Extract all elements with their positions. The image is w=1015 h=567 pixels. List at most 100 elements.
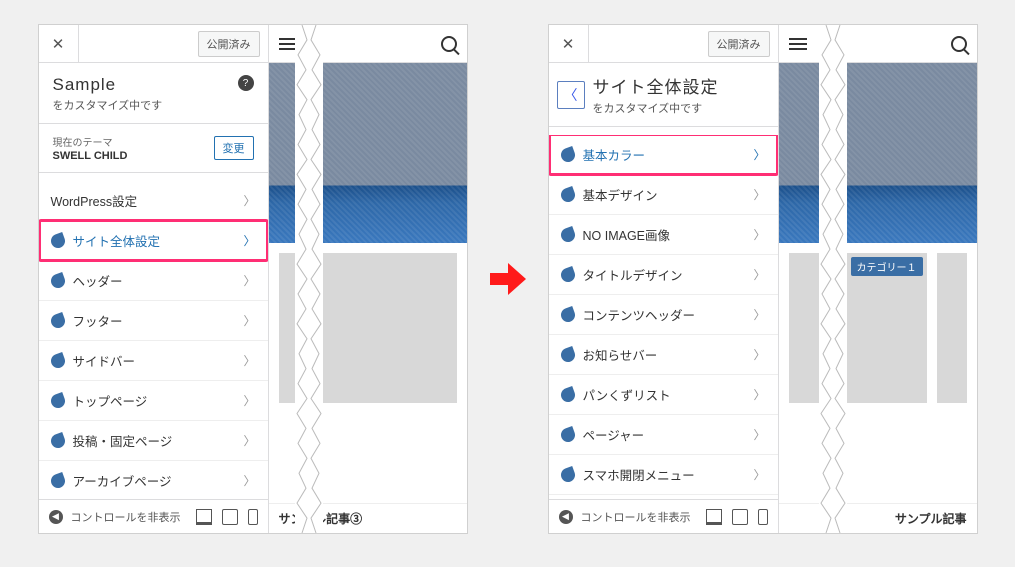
menu-item-3[interactable]: タイトルデザイン〉 [549, 254, 778, 295]
device-toggles [706, 509, 768, 525]
chevron-right-icon: 〉 [243, 432, 255, 449]
customizer-sidebar: ✕ 公開済み 〈 サイト全体設定 をカスタマイズ中です 基本カラー〉基本デザイン… [549, 25, 779, 533]
menu-item-0[interactable]: 基本カラー〉 [549, 135, 778, 175]
menu-item-label: 基本デザイン [583, 185, 754, 204]
collapse-icon[interactable]: ◀ [49, 510, 63, 524]
chevron-right-icon: 〉 [243, 312, 255, 329]
collapse-label: コントロールを非表示 [71, 509, 181, 525]
help-icon[interactable]: ? [238, 75, 254, 91]
menu-item-label: サイト全体設定 [73, 231, 244, 250]
customizer-sidebar: ✕ 公開済み Sample をカスタマイズ中です ? 現在のテーマ SWELL … [39, 25, 269, 533]
swell-icon [559, 186, 577, 204]
swell-icon [559, 146, 577, 164]
menu-item-4[interactable]: コンテンツヘッダー〉 [549, 294, 778, 335]
collapse-label: コントロールを非表示 [581, 509, 691, 525]
menu-item-9[interactable]: 下部固定ボタン・メニュー〉 [549, 494, 778, 499]
chevron-right-icon: 〉 [753, 426, 765, 443]
screenshot-left: ✕ 公開済み Sample をカスタマイズ中です ? 現在のテーマ SWELL … [38, 24, 468, 534]
device-desktop-icon[interactable] [196, 509, 212, 525]
hero-image [779, 63, 977, 243]
back-button[interactable]: 〈 [557, 81, 585, 109]
close-button[interactable]: ✕ [549, 25, 589, 63]
menu-item-1[interactable]: 基本デザイン〉 [549, 174, 778, 215]
torn-edge [295, 25, 309, 533]
menu-item-5[interactable]: お知らせバー〉 [549, 334, 778, 375]
preview-card [937, 253, 967, 403]
chevron-right-icon: 〉 [243, 232, 255, 249]
publish-button[interactable]: 公開済み [198, 31, 260, 57]
theme-change-button[interactable]: 変更 [214, 136, 254, 160]
section-title: サイト全体設定 [593, 73, 719, 98]
chevron-right-icon: 〉 [753, 266, 765, 283]
swell-icon [559, 346, 577, 364]
menu-item-7[interactable]: ページャー〉 [549, 414, 778, 455]
menu-item-0[interactable]: WordPress設定〉 [39, 181, 268, 221]
menu-item-2[interactable]: ヘッダー〉 [39, 260, 268, 301]
menu-item-label: フッター [73, 311, 244, 330]
preview-cards: カテゴリー１ [779, 243, 977, 503]
menu-item-6[interactable]: 投稿・固定ページ〉 [39, 420, 268, 461]
close-button[interactable]: ✕ [39, 25, 79, 63]
hamburger-icon[interactable] [789, 38, 807, 50]
collapse-icon[interactable]: ◀ [559, 510, 573, 524]
publish-button[interactable]: 公開済み [708, 31, 770, 57]
menu-item-label: サイドバー [73, 351, 244, 370]
chevron-right-icon: 〉 [753, 146, 765, 163]
theme-name: SWELL CHILD [53, 150, 214, 162]
bottom-bar: ◀ コントロールを非表示 [549, 499, 778, 533]
device-tablet-icon[interactable] [732, 509, 748, 525]
menu-item-2[interactable]: NO IMAGE画像〉 [549, 214, 778, 255]
swell-icon [559, 386, 577, 404]
arrow-icon [488, 259, 528, 299]
menu-item-1[interactable]: サイト全体設定〉 [39, 220, 268, 261]
menu-item-label: ページャー [583, 425, 754, 444]
menu-item-label: 基本カラー [583, 145, 754, 164]
device-tablet-icon[interactable] [222, 509, 238, 525]
device-toggles [196, 509, 258, 525]
menu-item-label: アーカイブページ [73, 471, 244, 490]
search-icon[interactable] [951, 36, 967, 52]
menu-item-label: トップページ [73, 391, 244, 410]
title-block: Sample をカスタマイズ中です ? [39, 63, 268, 124]
swell-icon [49, 392, 67, 410]
search-icon[interactable] [441, 36, 457, 52]
chevron-right-icon: 〉 [243, 392, 255, 409]
menu-item-label: コンテンツヘッダー [583, 305, 754, 324]
device-desktop-icon[interactable] [706, 509, 722, 525]
chevron-right-icon: 〉 [243, 192, 255, 209]
menu-item-label: スマホ開閉メニュー [583, 465, 754, 484]
title-sub: をカスタマイズ中です [53, 97, 254, 113]
chevron-right-icon: 〉 [753, 186, 765, 203]
menu-item-label: WordPress設定 [51, 191, 244, 210]
chevron-right-icon: 〉 [753, 346, 765, 363]
menu-item-3[interactable]: フッター〉 [39, 300, 268, 341]
swell-icon [49, 312, 67, 330]
menu-item-6[interactable]: パンくずリスト〉 [549, 374, 778, 415]
torn-edge [309, 25, 323, 533]
sidebar-topbar: ✕ 公開済み [549, 25, 778, 63]
menu-item-label: NO IMAGE画像 [583, 225, 754, 244]
menu-item-7[interactable]: アーカイブページ〉 [39, 460, 268, 499]
swell-icon [559, 306, 577, 324]
chevron-right-icon: 〉 [753, 306, 765, 323]
chevron-right-icon: 〉 [243, 472, 255, 489]
menu-item-label: パンくずリスト [583, 385, 754, 404]
swell-icon [49, 352, 67, 370]
swell-icon [49, 432, 67, 450]
device-mobile-icon[interactable] [248, 509, 258, 525]
swell-icon [49, 232, 67, 250]
device-mobile-icon[interactable] [758, 509, 768, 525]
menu-item-label: ヘッダー [73, 271, 244, 290]
swell-icon [49, 472, 67, 490]
menu-item-5[interactable]: トップページ〉 [39, 380, 268, 421]
sidebar-topbar: ✕ 公開済み [39, 25, 268, 63]
preview-card: カテゴリー１ [789, 253, 927, 403]
torn-edge [819, 25, 833, 533]
card-label: サンプル記事 [779, 503, 977, 533]
title-sub: をカスタマイズ中です [593, 100, 719, 116]
menu-item-4[interactable]: サイドバー〉 [39, 340, 268, 381]
title-block: 〈 サイト全体設定 をカスタマイズ中です [549, 63, 778, 127]
menu-item-8[interactable]: スマホ開閉メニュー〉 [549, 454, 778, 495]
customizer-menu: 基本カラー〉基本デザイン〉NO IMAGE画像〉タイトルデザイン〉コンテンツヘッ… [549, 135, 778, 499]
swell-icon [559, 226, 577, 244]
